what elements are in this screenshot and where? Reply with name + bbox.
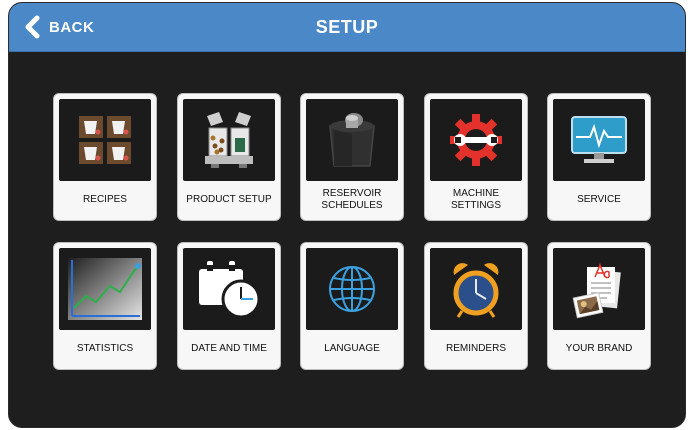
setup-screen: BACK SETUP RECIPES PRODUCT SETUP RESERVO… bbox=[8, 2, 686, 428]
tile-label: RECIPES bbox=[83, 194, 127, 205]
brand-documents-icon bbox=[553, 248, 645, 330]
alarm-clock-icon bbox=[430, 248, 522, 330]
tile-product-setup[interactable]: PRODUCT SETUP bbox=[178, 94, 280, 220]
tile-date-and-time[interactable]: DATE AND TIME bbox=[178, 243, 280, 369]
product-setup-icon bbox=[183, 99, 275, 181]
tile-label: LANGUAGE bbox=[324, 343, 380, 354]
tile-your-brand[interactable]: YOUR BRAND bbox=[548, 243, 650, 369]
tile-label: MACHINE SETTINGS bbox=[450, 188, 501, 211]
tile-language[interactable]: LANGUAGE bbox=[301, 243, 403, 369]
reservoir-icon bbox=[306, 99, 398, 181]
monitor-pulse-icon bbox=[553, 99, 645, 181]
gear-wrench-icon bbox=[430, 99, 522, 181]
tile-machine-settings[interactable]: MACHINE SETTINGS bbox=[425, 94, 527, 220]
tile-reservoir-schedules[interactable]: RESERVOIR SCHEDULES bbox=[301, 94, 403, 220]
tile-reminders[interactable]: REMINDERS bbox=[425, 243, 527, 369]
globe-icon bbox=[306, 248, 398, 330]
tile-label: SERVICE bbox=[577, 194, 621, 205]
tile-label: YOUR BRAND bbox=[565, 343, 633, 354]
tile-service[interactable]: SERVICE bbox=[548, 94, 650, 220]
tile-label: PRODUCT SETUP bbox=[186, 194, 272, 205]
setup-grid: RECIPES PRODUCT SETUP RESERVOIR SCHEDULE… bbox=[9, 3, 685, 427]
tile-statistics[interactable]: STATISTICS bbox=[54, 243, 156, 369]
tile-label: STATISTICS bbox=[76, 343, 134, 354]
recipes-icon bbox=[59, 99, 151, 181]
calendar-clock-icon bbox=[183, 248, 275, 330]
tile-recipes[interactable]: RECIPES bbox=[54, 94, 156, 220]
tile-label: REMINDERS bbox=[445, 343, 506, 354]
tile-label: RESERVOIR SCHEDULES bbox=[321, 188, 383, 211]
tile-label: DATE AND TIME bbox=[191, 343, 267, 354]
line-chart-icon bbox=[59, 248, 151, 330]
